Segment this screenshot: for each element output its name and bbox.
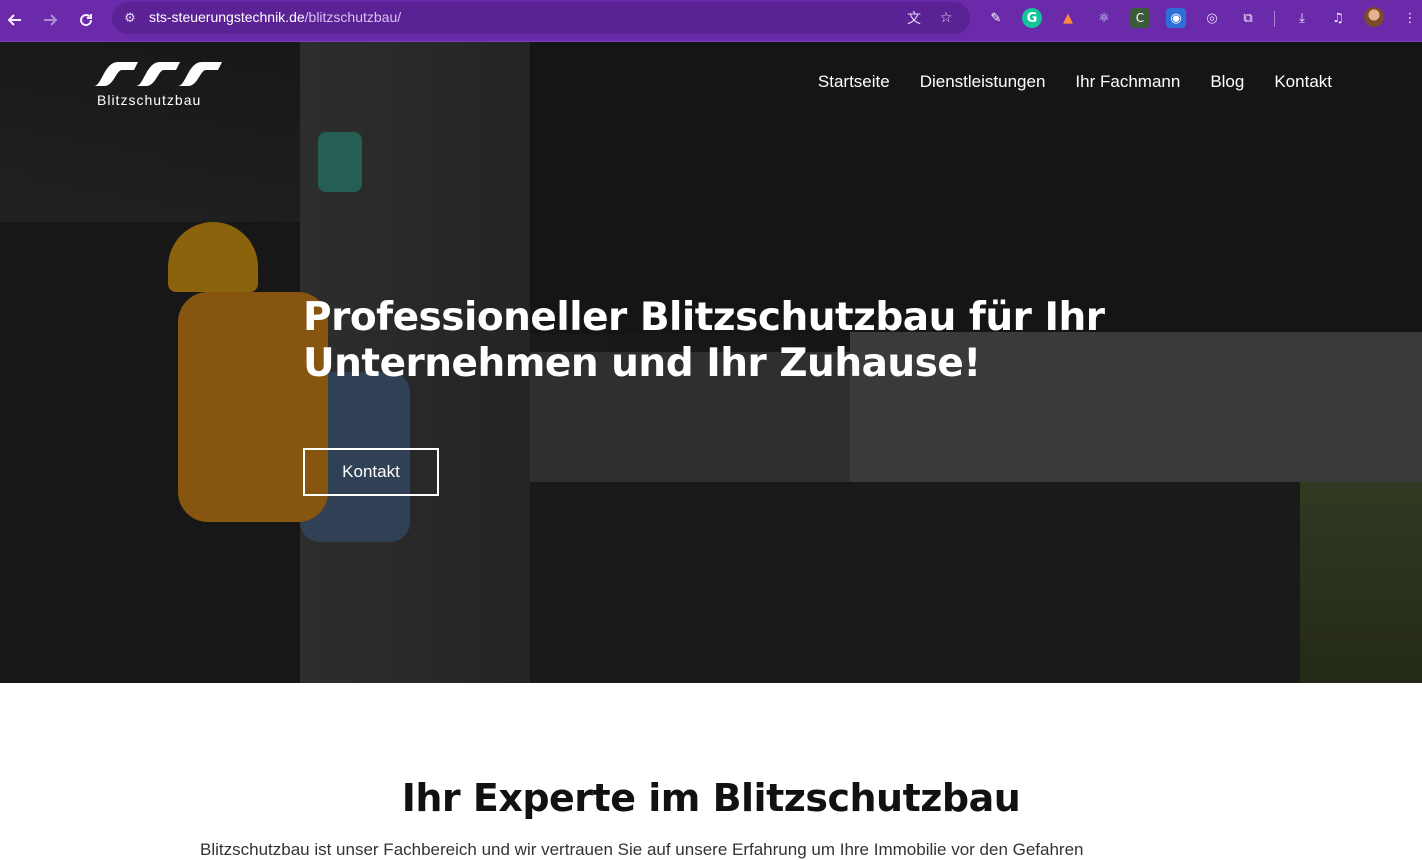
site-info-icon[interactable]: ⚙ [120, 8, 140, 28]
hero-title-line-2: Unternehmen und Ihr Zuhause! [303, 341, 981, 386]
fox-extension-icon[interactable]: ▲ [1058, 8, 1078, 28]
site-logo[interactable]: Blitzschutzbau [92, 58, 222, 110]
arrow-left-icon [7, 14, 21, 26]
url-host: sts-steuerungstechnik.de [149, 9, 305, 25]
hero-section: Blitzschutzbau Startseite Dienstleistung… [0, 42, 1422, 683]
section-text: Blitzschutzbau ist unser Fachbereich und… [200, 840, 1084, 859]
reload-icon [80, 14, 93, 27]
media-control-icon[interactable]: ♫ [1328, 8, 1348, 28]
eyedropper-icon[interactable]: ✎ [986, 8, 1006, 28]
kebab-menu-icon[interactable]: ⋮ [1400, 8, 1420, 28]
hero-contact-button[interactable]: Kontakt [303, 448, 439, 496]
browser-toolbar: ⚙ sts-steuerungstechnik.de/blitzschutzba… [0, 0, 1422, 42]
address-bar[interactable]: ⚙ sts-steuerungstechnik.de/blitzschutzba… [112, 2, 970, 34]
nav-blog[interactable]: Blog [1210, 72, 1244, 92]
nav-kontakt[interactable]: Kontakt [1274, 72, 1332, 92]
reload-button[interactable] [72, 6, 100, 34]
hero-title-line-1: Professioneller Blitzschutzbau für Ihr [303, 295, 1105, 340]
download-icon[interactable]: ⤓ [1292, 8, 1312, 28]
grammarly-icon[interactable]: G [1022, 8, 1042, 28]
url-text[interactable]: sts-steuerungstechnik.de/blitzschutzbau/ [149, 9, 401, 25]
nav-dienstleistungen[interactable]: Dienstleistungen [920, 72, 1046, 92]
section-title: Ihr Experte im Blitzschutzbau [401, 776, 1021, 820]
nav-startseite[interactable]: Startseite [818, 72, 890, 92]
sts-logo-mark [94, 62, 222, 86]
hero-title: Professioneller Blitzschutzbau für Ihr U… [303, 295, 1123, 387]
nav-ihr-fachmann[interactable]: Ihr Fachmann [1075, 72, 1180, 92]
react-devtools-icon[interactable]: ⚛ [1094, 8, 1114, 28]
main-navigation: Startseite Dienstleistungen Ihr Fachmann… [818, 72, 1332, 92]
screen-capture-icon[interactable]: ◉ [1166, 8, 1186, 28]
arrow-right-icon [44, 14, 58, 26]
translate-icon[interactable]: 文 [904, 8, 924, 28]
url-path: /blitzschutzbau/ [304, 9, 402, 25]
target-extension-icon[interactable]: ◎ [1202, 8, 1222, 28]
c-extension-icon[interactable]: C [1130, 8, 1150, 28]
star-icon[interactable]: ☆ [936, 8, 956, 28]
puzzle-icon[interactable]: ⧉ [1238, 8, 1258, 28]
profile-avatar[interactable] [1364, 7, 1384, 27]
toolbar-separator [1274, 11, 1275, 27]
forward-button[interactable] [36, 6, 64, 34]
logo-text: Blitzschutzbau [97, 92, 202, 108]
back-button[interactable] [1, 6, 29, 34]
